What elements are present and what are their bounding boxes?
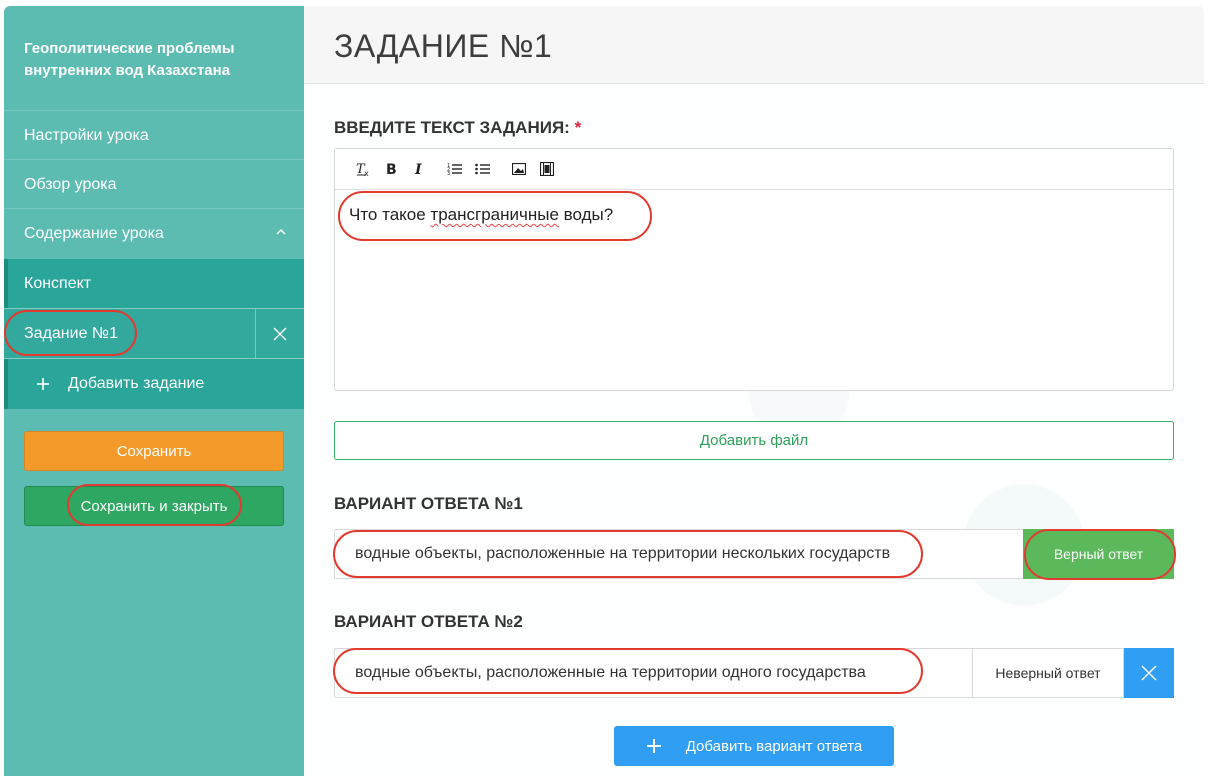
numbered-list-icon[interactable]: 123	[441, 157, 469, 181]
sidebar-subitem-label: Задание №1	[24, 324, 118, 342]
sidebar-subitem-task-1[interactable]: Задание №1	[4, 309, 304, 358]
add-task-label: Добавить задание	[68, 375, 205, 392]
close-icon	[273, 327, 287, 340]
answer-2-heading: ВАРИАНТ ОТВЕТА №2	[334, 612, 523, 631]
italic-icon[interactable]: I	[405, 157, 433, 181]
course-title: Геополитические проблемы внутренних вод …	[24, 40, 235, 79]
sidebar-item-label: Обзор урока	[24, 175, 117, 193]
editor-toolbar: Tx B I 123	[335, 149, 1173, 190]
main-content: ЗАДАНИЕ №1 ВВЕДИТЕ ТЕКСТ ЗАДАНИЯ: * Tx B…	[304, 6, 1204, 776]
editor-text-part: Что такое	[349, 205, 431, 224]
correct-answer-toggle[interactable]: Верный ответ	[1023, 529, 1174, 579]
sidebar-item-label: Настройки урока	[24, 126, 149, 144]
plus-icon	[37, 378, 49, 390]
video-icon[interactable]	[533, 157, 561, 181]
editor-text-part: воды?	[558, 205, 614, 224]
save-button[interactable]: Сохранить	[24, 431, 284, 471]
answer-2-row: водные объекты, расположенные на террито…	[334, 648, 1174, 698]
add-answer-label: Добавить вариант ответа	[685, 737, 863, 755]
close-icon	[1141, 665, 1157, 681]
remove-format-icon[interactable]: Tx	[349, 157, 377, 181]
bold-icon[interactable]: B	[377, 157, 405, 181]
sidebar-subitem-label: Конспект	[24, 274, 92, 292]
add-answer-button[interactable]: Добавить вариант ответа	[614, 726, 894, 766]
task-text-label: ВВЕДИТЕ ТЕКСТ ЗАДАНИЯ: *	[334, 118, 581, 138]
svg-text:B: B	[386, 162, 397, 177]
answer-1-heading: ВАРИАНТ ОТВЕТА №1	[334, 494, 523, 513]
wrong-answer-toggle[interactable]: Неверный ответ	[972, 648, 1124, 698]
svg-text:x: x	[364, 169, 369, 177]
sidebar-item-label: Содержание урока	[24, 224, 164, 242]
delete-answer-button[interactable]	[1124, 648, 1174, 698]
answer-1-input[interactable]: водные объекты, расположенные на террито…	[355, 545, 890, 563]
sidebar-item-lesson-overview[interactable]: Обзор урока	[4, 160, 304, 209]
add-file-button[interactable]: Добавить файл	[334, 421, 1174, 460]
editor-content[interactable]: Что такое трансграничные воды?	[349, 205, 613, 225]
save-and-close-button[interactable]: Сохранить и закрыть	[24, 486, 284, 526]
misspelled-word: трансграничные	[430, 205, 559, 224]
image-icon[interactable]	[505, 157, 533, 181]
page-header: ЗАДАНИЕ №1	[304, 6, 1204, 84]
sidebar-item-lesson-settings[interactable]: Настройки урока	[4, 111, 304, 160]
required-mark: *	[574, 118, 582, 137]
sidebar-subitem-summary[interactable]: Конспект	[4, 259, 304, 308]
answer-1-row: водные объекты, расположенные на террито…	[334, 529, 1174, 579]
add-task-button[interactable]: Добавить задание	[4, 359, 304, 409]
delete-task-button[interactable]	[255, 309, 304, 358]
sidebar-item-lesson-content[interactable]: Содержание урока	[4, 209, 304, 258]
page-title: ЗАДАНИЕ №1	[334, 28, 553, 64]
task-text-label-text: ВВЕДИТЕ ТЕКСТ ЗАДАНИЯ:	[334, 118, 570, 137]
answer-2-input[interactable]: водные объекты, расположенные на террито…	[355, 664, 866, 682]
svg-text:I: I	[414, 162, 422, 177]
bullet-list-icon[interactable]	[469, 157, 497, 181]
sidebar: Геополитические проблемы внутренних вод …	[4, 6, 304, 776]
plus-icon	[646, 739, 661, 753]
svg-text:3: 3	[447, 171, 450, 176]
chevron-up-icon	[276, 229, 286, 235]
task-text-editor[interactable]: Tx B I 123 Что такое трансграничные воды…	[334, 148, 1174, 391]
